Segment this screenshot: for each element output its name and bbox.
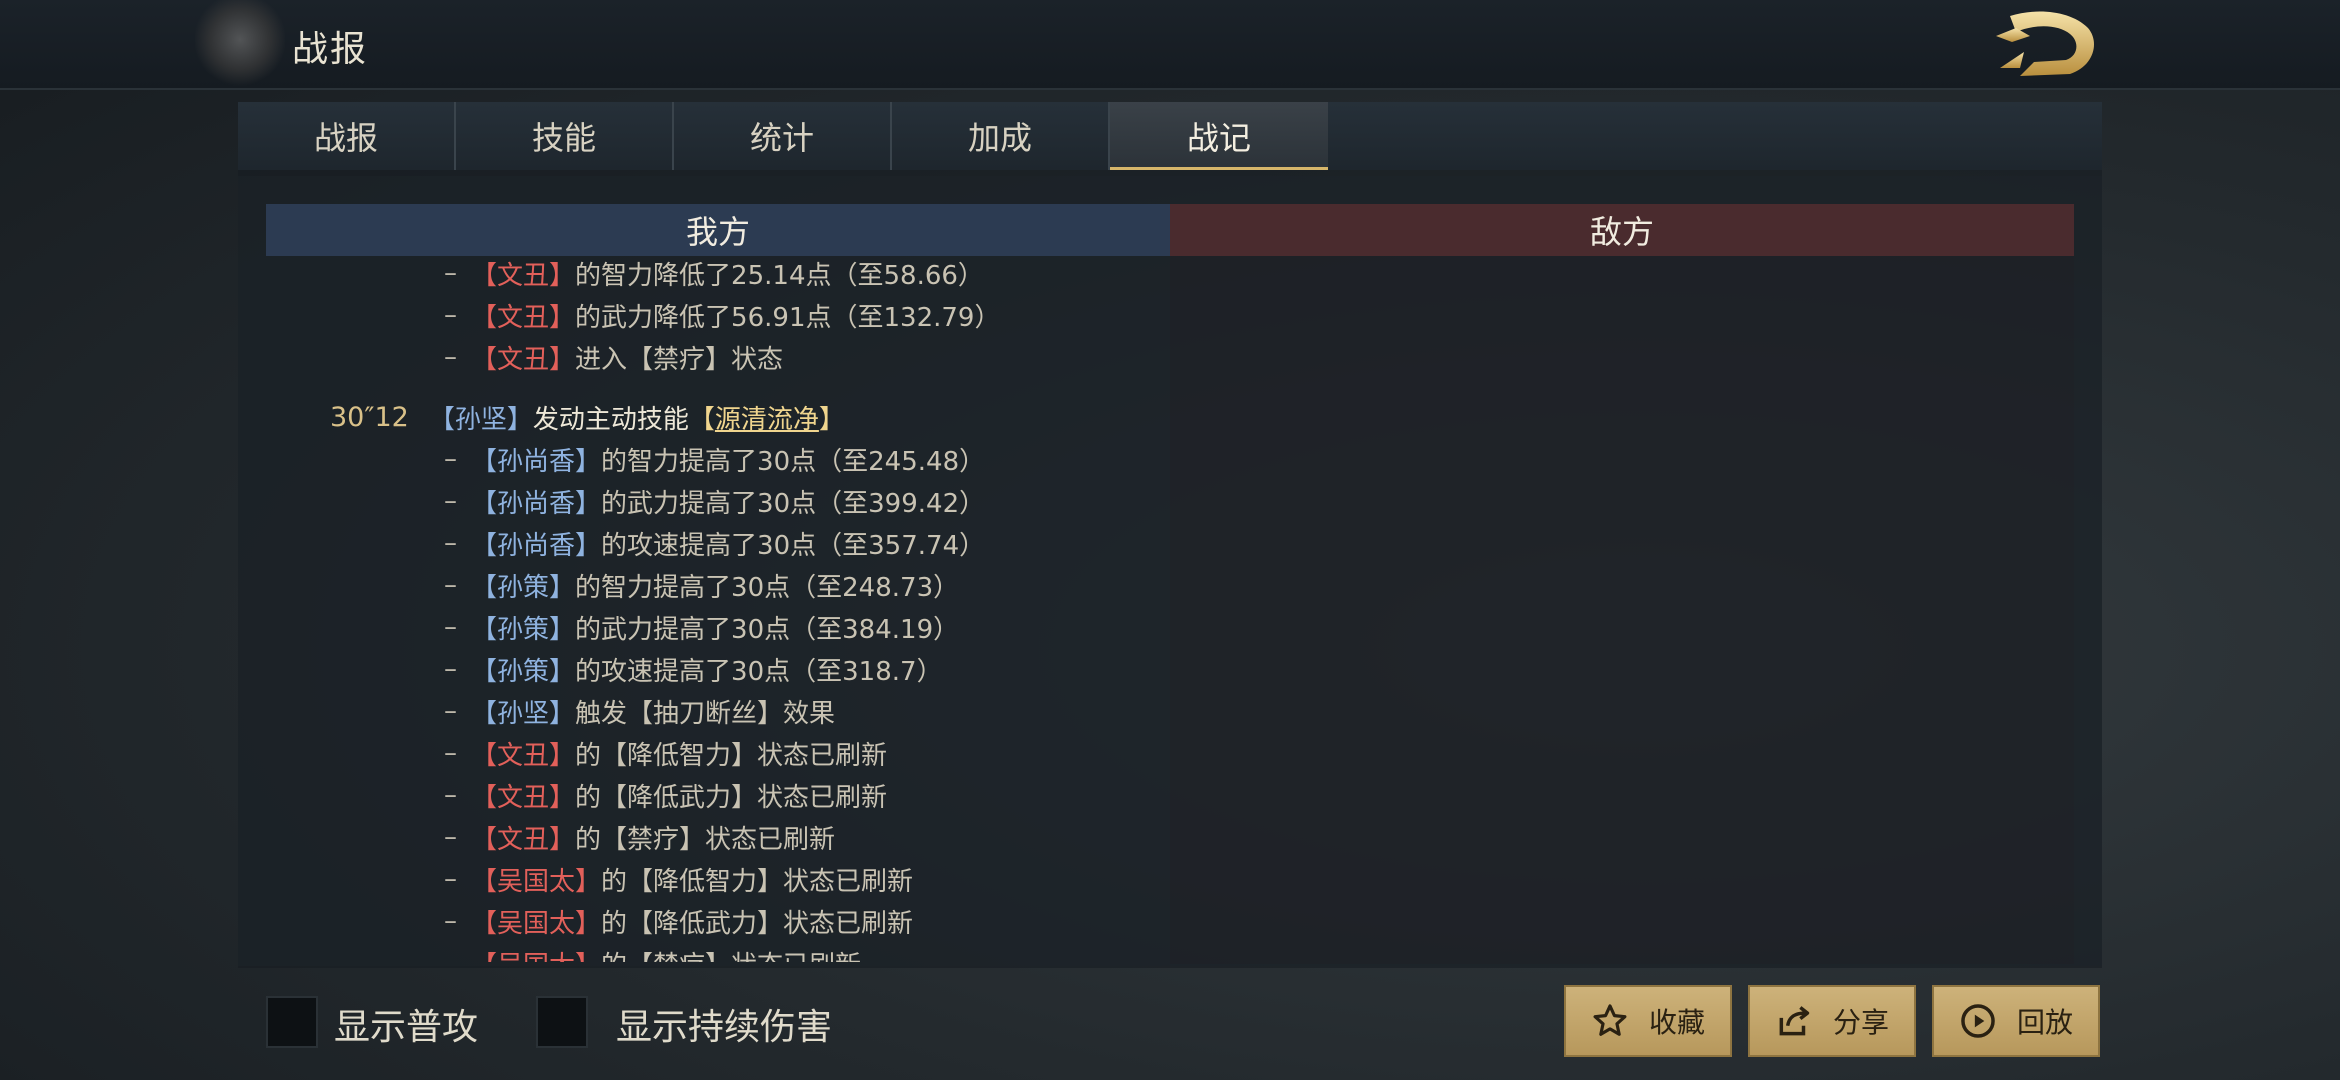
list-item: –【吴国太】的【禁疗】状态已刷新 xyxy=(444,942,861,962)
star-icon xyxy=(1593,1004,1627,1036)
share-button[interactable]: 分享 xyxy=(1748,985,1916,1057)
tab-bar: 战报 技能 统计 加成 战记 xyxy=(238,102,2102,170)
list-item: – 【文丑】的【降低武力】状态已刷新 xyxy=(444,780,888,813)
skill-link[interactable]: 源清流净 xyxy=(715,399,819,436)
favorite-button[interactable]: 收藏 xyxy=(1564,985,1732,1057)
tab-statistics[interactable]: 统计 xyxy=(674,102,892,170)
emblem-icon xyxy=(195,0,285,88)
top-bar: 战报 xyxy=(0,0,2340,90)
list-item: – 【文丑】 的智力降低了25.14点（至58.66） xyxy=(444,258,984,291)
dragon-logo-icon xyxy=(1996,11,2094,76)
favorite-button-label: 收藏 xyxy=(1648,1006,1705,1039)
event-actor: 孙坚 xyxy=(454,404,507,435)
play-icon xyxy=(1961,1004,1995,1038)
list-item: – 【吴国太】的【降低智力】状态已刷新 xyxy=(444,864,914,897)
list-item: – 【文丑】 进入【禁疗】状态 xyxy=(444,342,784,375)
enemy-side-header: 敌方 xyxy=(1170,204,2074,256)
tab-skills[interactable]: 技能 xyxy=(456,102,674,170)
list-item: – 【孙坚】触发【抽刀断丝】效果 xyxy=(444,696,836,729)
own-log-column[interactable]: – 【文丑】 的智力降低了25.14点（至58.66） – 【文丑】 的武力降低… xyxy=(266,252,1170,962)
list-item: – 【文丑】 的武力降低了56.91点（至132.79） xyxy=(444,300,1001,333)
show-normal-attack-label[interactable]: 显示普攻 xyxy=(334,998,478,1050)
show-normal-attack-checkbox[interactable] xyxy=(266,996,318,1048)
enemy-log-column xyxy=(1170,256,2074,964)
log-event: 30″12 【孙坚】 发动主动技能 【源清流净】 xyxy=(330,396,845,438)
list-item: – 【孙尚香】的智力提高了30点（至245.48） xyxy=(444,444,986,477)
list-item: – 【孙策】的智力提高了30点（至248.73） xyxy=(444,570,960,603)
list-item: – 【孙尚香】的武力提高了30点（至399.42） xyxy=(444,486,986,519)
replay-button[interactable]: 回放 xyxy=(1932,985,2100,1057)
share-icon xyxy=(1779,1006,1810,1036)
replay-button-label: 回放 xyxy=(2016,1006,2073,1039)
list-item: – 【吴国太】的【降低武力】状态已刷新 xyxy=(444,906,914,939)
show-dot-checkbox[interactable] xyxy=(536,996,588,1048)
list-item: – 【孙策】的攻速提高了30点（至318.7） xyxy=(444,654,943,687)
show-dot-label[interactable]: 显示持续伤害 xyxy=(616,998,832,1050)
list-item: – 【文丑】的【禁疗】状态已刷新 xyxy=(444,822,836,855)
tab-bonus[interactable]: 加成 xyxy=(892,102,1110,170)
event-time: 30″12 xyxy=(330,401,409,433)
side-headers: 我方 敌方 xyxy=(266,204,2074,256)
page-title: 战报 xyxy=(292,29,369,70)
tab-battle-log[interactable]: 战记 xyxy=(1110,102,1328,170)
list-item: – 【孙策】的武力提高了30点（至384.19） xyxy=(444,612,960,645)
own-side-header: 我方 xyxy=(266,204,1170,256)
share-button-label: 分享 xyxy=(1832,1006,1889,1039)
tab-battle-report[interactable]: 战报 xyxy=(238,102,456,170)
list-item: – 【文丑】的【降低智力】状态已刷新 xyxy=(444,738,888,771)
list-item: – 【孙尚香】的攻速提高了30点（至357.74） xyxy=(444,528,986,561)
